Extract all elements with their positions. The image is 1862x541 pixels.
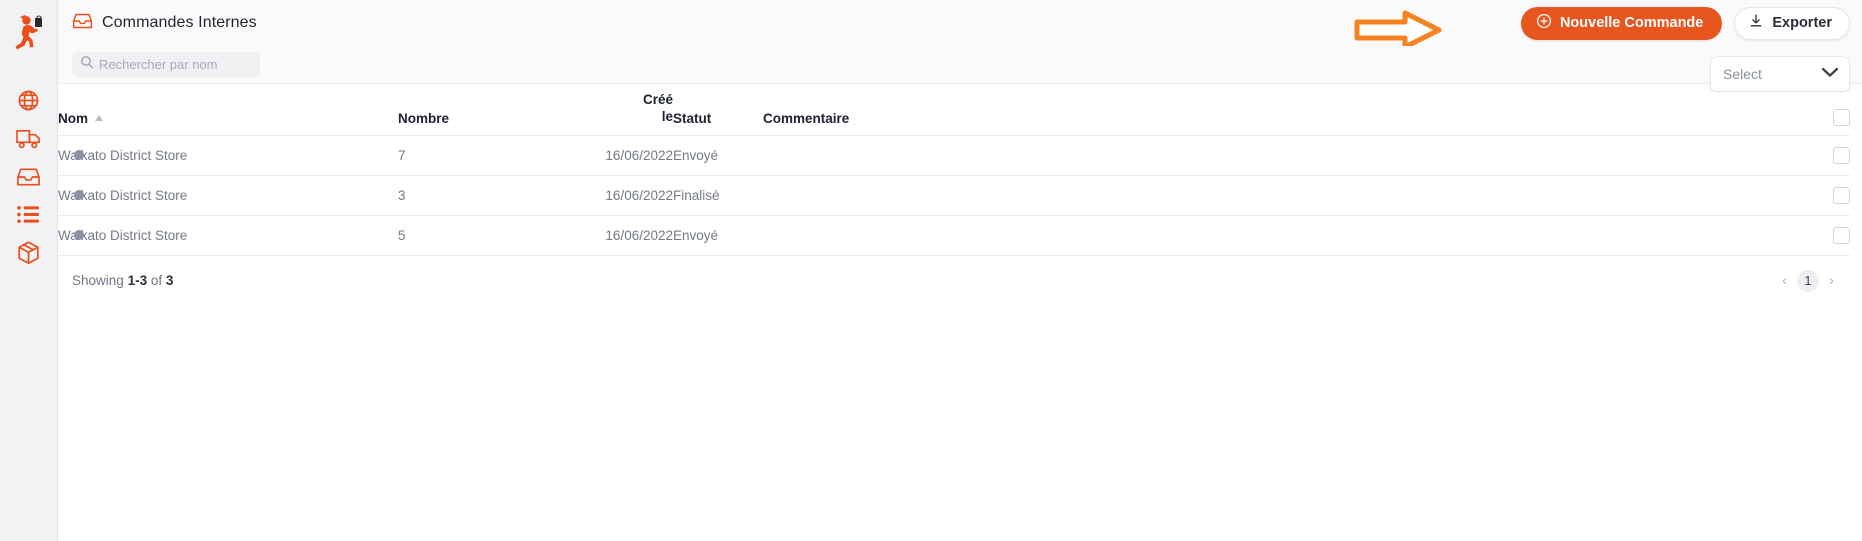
- showing-prefix: Showing: [72, 273, 124, 288]
- table-head: Nom Nombre Créé le Statut Comme: [58, 84, 1850, 135]
- sidebar-item-products[interactable]: [9, 236, 49, 274]
- showing-middle: of: [151, 273, 162, 288]
- sidebar-item-internal-orders[interactable]: [9, 160, 49, 198]
- status-dot-icon: [74, 230, 84, 240]
- table-footer: Showing 1-3 of 3 ‹ 1 ›: [58, 256, 1850, 292]
- sidebar-item-list[interactable]: [9, 198, 49, 236]
- previous-page-button[interactable]: ‹: [1782, 273, 1787, 288]
- table-header-row: Nom Nombre Créé le Statut Comme: [58, 84, 1850, 135]
- cell-nombre: 5: [398, 215, 548, 255]
- table-row[interactable]: Waikato District Store 5 16/06/2022 Envo…: [58, 215, 1850, 255]
- topbar-actions: Nouvelle Commande Exporter: [1521, 7, 1850, 40]
- pagination: ‹ 1 ›: [1782, 270, 1834, 292]
- showing-range: 1-3: [128, 273, 148, 288]
- inbox-icon: [16, 166, 41, 193]
- exporter-button[interactable]: Exporter: [1734, 7, 1850, 40]
- sidebar-item-globe[interactable]: [9, 84, 49, 122]
- cell-select[interactable]: [1023, 175, 1850, 215]
- nouvelle-commande-label: Nouvelle Commande: [1560, 15, 1703, 31]
- table-row[interactable]: Waikato District Store 3 16/06/2022 Fina…: [58, 175, 1850, 215]
- cell-nombre: 3: [398, 175, 548, 215]
- showing-total: 3: [166, 273, 174, 288]
- list-icon: [17, 205, 40, 229]
- cell-commentaire: [763, 135, 1023, 175]
- cell-select[interactable]: [1023, 135, 1850, 175]
- row-checkbox[interactable]: [1833, 187, 1850, 204]
- search-icon: [80, 55, 94, 74]
- select-all-checkbox[interactable]: [1833, 109, 1850, 126]
- cell-commentaire: [763, 215, 1023, 255]
- sidebar-item-deliveries[interactable]: [9, 122, 49, 160]
- cell-statut: Envoyé: [673, 135, 763, 175]
- cell-cree-le: 16/06/2022: [548, 215, 673, 255]
- cell-statut: Finalisé: [673, 175, 763, 215]
- main-content: Commandes Internes: [58, 0, 1862, 541]
- globe-icon: [17, 89, 40, 117]
- package-icon: [17, 241, 40, 270]
- cell-statut: Envoyé: [673, 215, 763, 255]
- cell-cree-le: 16/06/2022: [548, 135, 673, 175]
- row-checkbox[interactable]: [1833, 147, 1850, 164]
- showing-count: Showing 1-3 of 3: [72, 273, 173, 288]
- cell-nombre: 7: [398, 135, 548, 175]
- column-header-statut[interactable]: Statut: [673, 84, 763, 135]
- page-title-area: Commandes Internes: [72, 12, 257, 35]
- status-dot-icon: [74, 190, 84, 200]
- nouvelle-commande-button[interactable]: Nouvelle Commande: [1521, 7, 1722, 40]
- cell-nom: Waikato District Store: [58, 215, 398, 255]
- search-input[interactable]: [99, 57, 252, 72]
- plus-circle-icon: [1536, 13, 1552, 33]
- filter-bar: Select: [58, 46, 1862, 84]
- column-header-nom-label: Nom: [58, 111, 88, 126]
- column-header-cree-line2: le: [548, 109, 673, 126]
- exporter-label: Exporter: [1772, 15, 1832, 31]
- chevron-down-icon: [1821, 65, 1839, 83]
- cell-commentaire: [763, 175, 1023, 215]
- status-filter-select[interactable]: Select: [1710, 56, 1850, 92]
- column-header-cree-line1: Créé: [548, 92, 673, 109]
- cell-select[interactable]: [1023, 215, 1850, 255]
- column-header-cree-le[interactable]: Créé le: [548, 84, 673, 135]
- app-root: Commandes Internes: [0, 0, 1862, 541]
- table-body: Waikato District Store 7 16/06/2022 Envo…: [58, 135, 1850, 255]
- column-header-select-all[interactable]: [1023, 84, 1850, 135]
- search-box[interactable]: [72, 52, 260, 77]
- download-icon: [1748, 13, 1764, 33]
- topbar: Commandes Internes: [58, 0, 1862, 46]
- page-title: Commandes Internes: [102, 14, 257, 32]
- column-header-commentaire[interactable]: Commentaire: [763, 84, 1023, 135]
- sort-ascending-icon: [95, 115, 103, 121]
- cell-nom: Waikato District Store: [58, 135, 398, 175]
- sidebar: [0, 0, 58, 541]
- status-filter-label: Select: [1723, 66, 1762, 82]
- truck-icon: [16, 127, 41, 155]
- table-row[interactable]: Waikato District Store 7 16/06/2022 Envo…: [58, 135, 1850, 175]
- next-page-button[interactable]: ›: [1829, 273, 1834, 288]
- inbox-icon: [72, 12, 93, 35]
- page-number-1[interactable]: 1: [1797, 270, 1819, 292]
- orders-table: Nom Nombre Créé le Statut Comme: [58, 84, 1850, 256]
- orders-table-wrapper: Nom Nombre Créé le Statut Comme: [58, 84, 1862, 541]
- cell-cree-le: 16/06/2022: [548, 175, 673, 215]
- running-person-logo[interactable]: [12, 12, 46, 54]
- column-header-nombre[interactable]: Nombre: [398, 84, 548, 135]
- status-dot-icon: [74, 150, 84, 160]
- column-header-nom[interactable]: Nom: [58, 84, 398, 135]
- cell-nom: Waikato District Store: [58, 175, 398, 215]
- row-checkbox[interactable]: [1833, 227, 1850, 244]
